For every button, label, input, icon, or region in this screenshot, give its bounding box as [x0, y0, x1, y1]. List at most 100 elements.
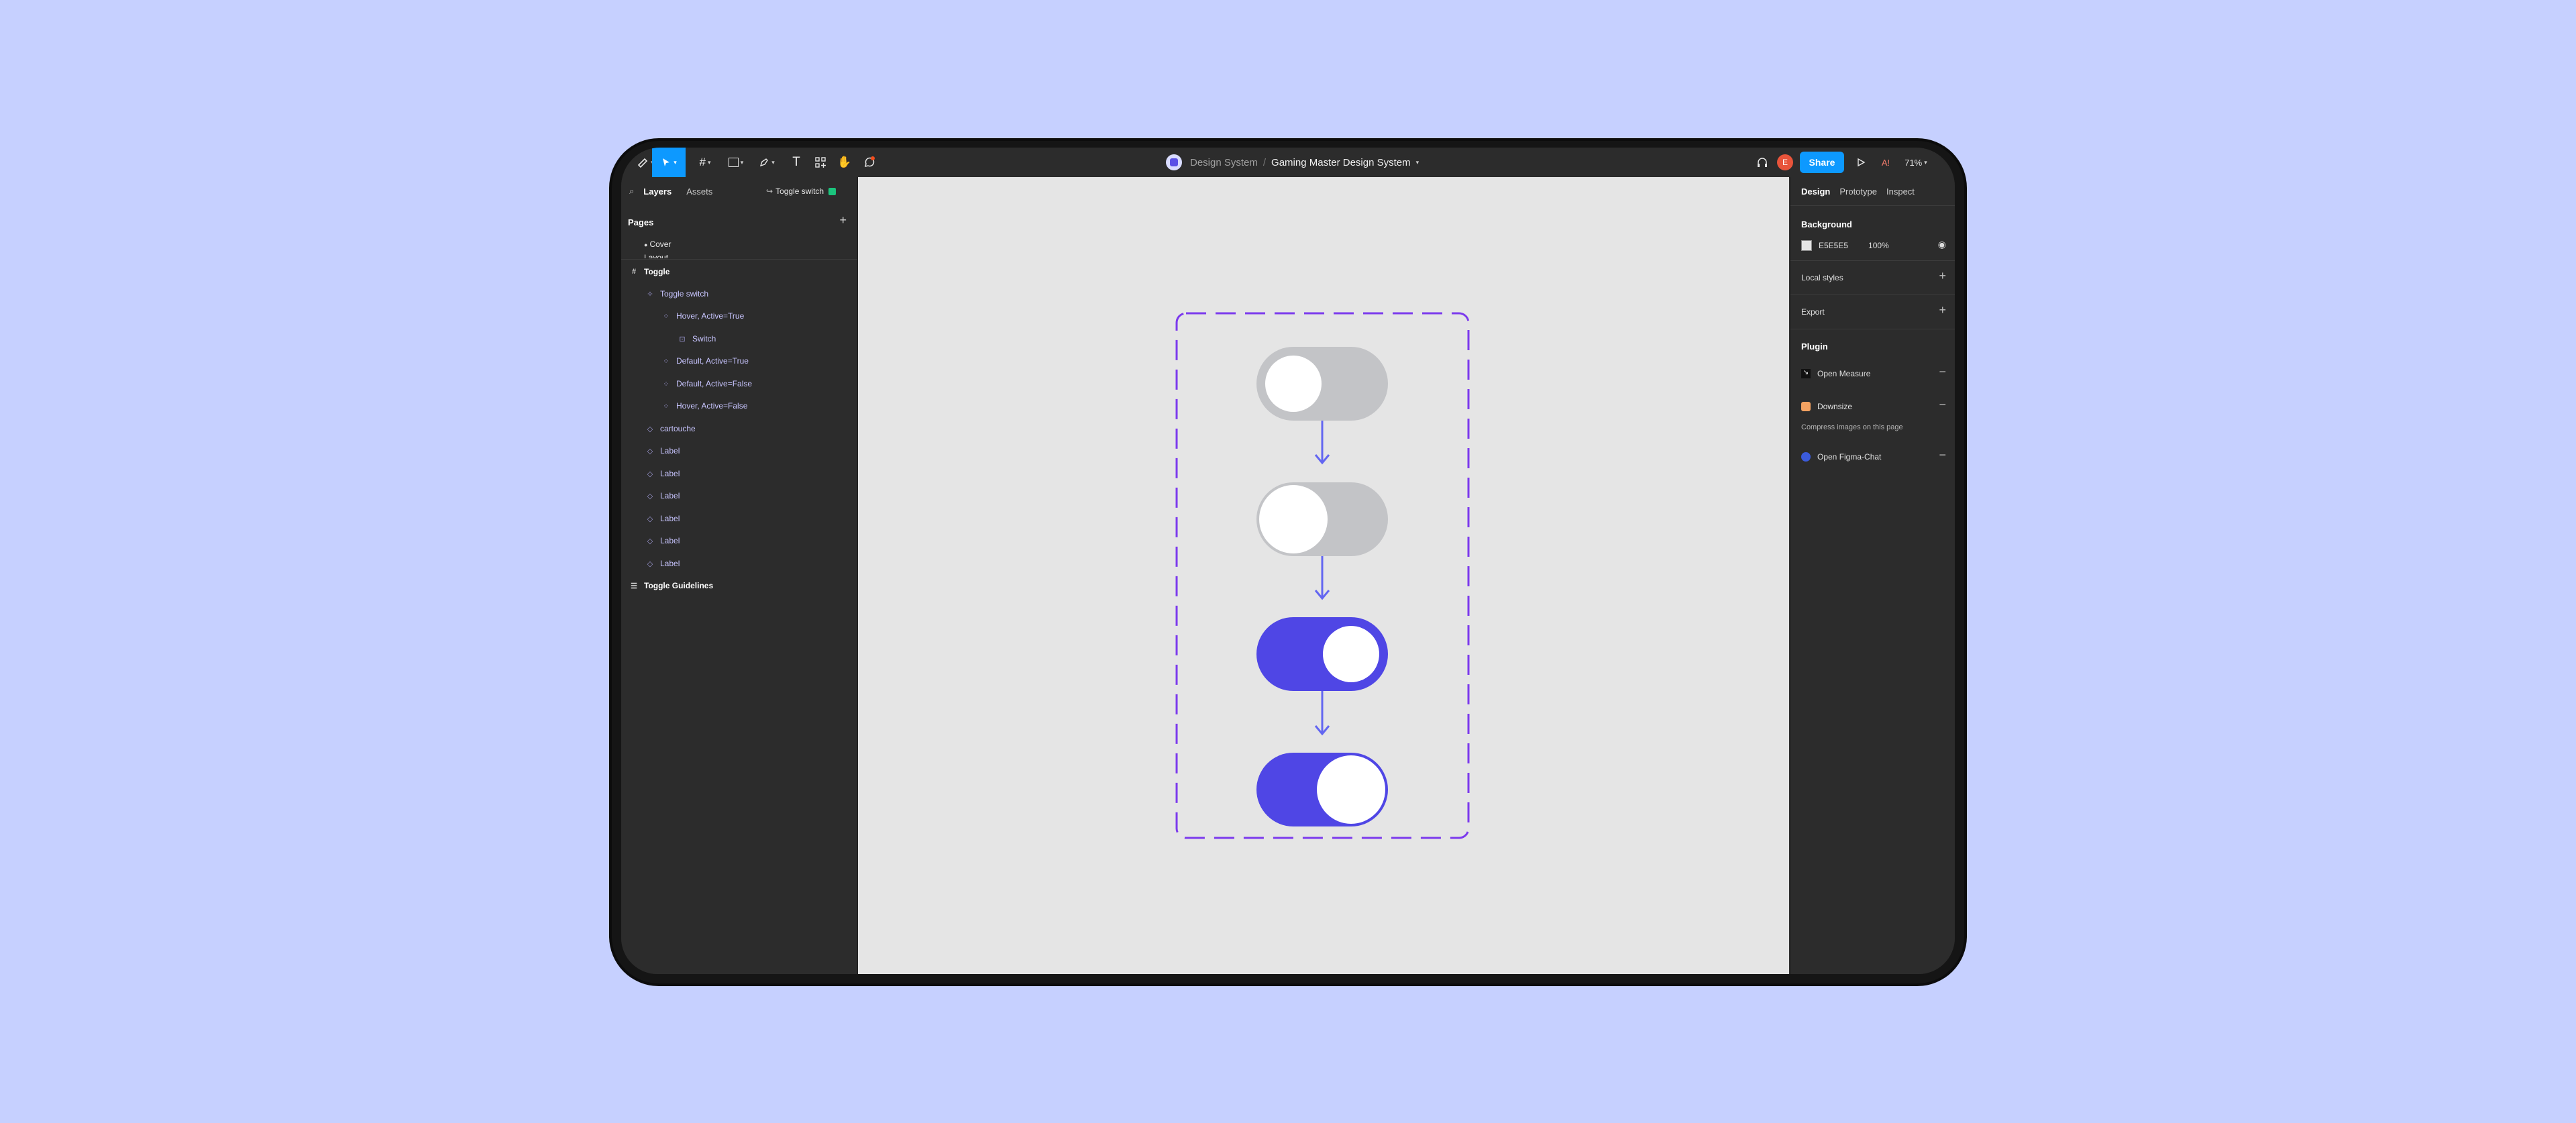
measure-icon: ↘	[1801, 369, 1811, 378]
headphones-icon	[1758, 158, 1767, 167]
tab-inspect[interactable]: Inspect	[1886, 186, 1915, 197]
share-button-wrap: Share	[1799, 148, 1845, 177]
layer-toggle-frame[interactable]: # Toggle	[628, 265, 670, 278]
layer-instance[interactable]: ◇ Label	[644, 534, 680, 547]
add-export-icon[interactable]: +	[1939, 303, 1946, 317]
downsize-icon	[1801, 402, 1811, 411]
accessibility-button[interactable]: A!	[1876, 148, 1896, 177]
frame-tool-button[interactable]: # ▾	[691, 148, 719, 177]
instance-icon: ◇	[647, 470, 653, 478]
tab-design[interactable]: Design	[1801, 186, 1830, 197]
layer-toggle-guidelines[interactable]: ☰ Toggle Guidelines	[628, 579, 713, 592]
layer-instance[interactable]: ◇ Label	[644, 557, 680, 570]
remove-plugin-icon[interactable]: −	[1939, 448, 1946, 462]
instance-icon: ◇	[647, 447, 653, 456]
tab-prototype[interactable]: Prototype	[1839, 186, 1877, 197]
layer-label: Label	[660, 469, 680, 478]
zoom-menu[interactable]: 71% ▾	[1900, 148, 1932, 177]
color-swatch[interactable]	[1801, 240, 1812, 251]
play-icon	[1858, 158, 1866, 167]
comment-tool-button[interactable]	[857, 148, 881, 177]
group-icon: ⊡	[679, 335, 686, 343]
hand-tool-button[interactable]: ✋	[833, 148, 856, 177]
toggle-default-on[interactable]	[1256, 617, 1388, 691]
local-styles-row[interactable]: Local styles	[1801, 273, 1843, 282]
hand-icon: ✋	[837, 156, 852, 168]
search-icon[interactable]: ⌕	[629, 186, 634, 197]
layer-label: Hover, Active=True	[676, 311, 745, 321]
resources-button[interactable]	[809, 148, 832, 177]
right-panel-tabs: Design Prototype Inspect	[1801, 177, 1924, 205]
plugin-open-measure[interactable]: ↘ Open Measure	[1801, 369, 1870, 378]
layer-label: Toggle Guidelines	[644, 581, 714, 590]
local-styles-label: Local styles	[1801, 273, 1843, 282]
layer-instance[interactable]: ◇ Label	[644, 512, 680, 525]
user-avatar-button[interactable]: E	[1775, 148, 1795, 177]
eye-icon[interactable]: ◉	[1938, 239, 1946, 250]
left-panel-tabs: ⌕ Layers Assets ↪ Toggle switch	[621, 177, 857, 205]
toggle-hover-on[interactable]	[1256, 753, 1388, 826]
present-button[interactable]	[1851, 148, 1870, 177]
check-badge-icon	[828, 188, 837, 196]
share-button[interactable]: Share	[1799, 152, 1845, 173]
tab-assets[interactable]: Assets	[686, 186, 712, 197]
background-opacity[interactable]: 100%	[1868, 241, 1889, 250]
figma-window: ▾ ▾ #▾ ▾ ▾ T ✋ Design System / Gam	[621, 148, 1955, 974]
layer-variant[interactable]: ⁘ Default, Active=True	[660, 354, 749, 368]
page-label: Layout	[644, 253, 669, 258]
plugin-label: Open Figma-Chat	[1817, 452, 1882, 462]
shape-tool-button[interactable]: ▾	[722, 148, 750, 177]
layer-label: Toggle switch	[660, 289, 709, 299]
layer-label: Default, Active=True	[676, 356, 749, 366]
layer-instance[interactable]: ◇ Label	[644, 444, 680, 458]
layer-switch-group[interactable]: ⊡ Switch	[676, 332, 716, 345]
toggle-hover-off[interactable]	[1256, 482, 1388, 556]
page-cover[interactable]: ● Cover	[644, 239, 671, 249]
project-name[interactable]: Design System	[1190, 157, 1258, 168]
breadcrumb: Design System / Gaming Master Design Sys…	[1166, 148, 1419, 177]
background-hex[interactable]: E5E5E5	[1819, 241, 1848, 250]
layer-label: Hover, Active=False	[676, 401, 748, 411]
zoom-level: 71%	[1904, 157, 1923, 168]
plugin-figma-chat[interactable]: Open Figma-Chat	[1801, 452, 1881, 462]
resources-icon	[815, 157, 826, 168]
layer-variant[interactable]: ⁘ Default, Active=False	[660, 377, 752, 390]
selection-name: Toggle switch	[775, 186, 824, 196]
pin-icon: ●	[644, 242, 648, 248]
remove-plugin-icon[interactable]: −	[1939, 365, 1946, 379]
add-page-icon[interactable]: +	[839, 213, 847, 227]
page-layout[interactable]: Layout	[644, 253, 668, 258]
selection-indicator[interactable]: ↪ Toggle switch	[766, 186, 837, 196]
tab-layers[interactable]: Layers	[643, 186, 672, 197]
move-tool-button[interactable]: ▾	[652, 148, 686, 177]
export-row[interactable]: Export	[1801, 307, 1825, 317]
instance-icon: ◇	[647, 492, 653, 500]
layer-instance[interactable]: ◇ Label	[644, 489, 680, 502]
file-name[interactable]: Gaming Master Design System	[1271, 157, 1411, 168]
layer-instance[interactable]: ◇ cartouche	[644, 422, 696, 435]
layer-instance[interactable]: ◇ Label	[644, 467, 680, 480]
plugin-downsize[interactable]: Downsize	[1801, 402, 1852, 411]
instance-icon: ◇	[647, 559, 653, 568]
add-style-icon[interactable]: +	[1939, 269, 1946, 283]
layer-variant[interactable]: ⁘ Hover, Active=True	[660, 309, 744, 323]
frame-icon: #	[631, 268, 637, 276]
layer-toggle-switch[interactable]: ✧ Toggle switch	[644, 287, 708, 301]
layer-variant[interactable]: ⁘ Hover, Active=False	[660, 399, 747, 413]
toggle-default-off[interactable]	[1256, 347, 1388, 421]
cursor-icon	[663, 158, 670, 166]
audio-button[interactable]	[1752, 148, 1772, 177]
text-tool-button[interactable]: T	[785, 148, 808, 177]
background-fill-row[interactable]: E5E5E5 100%	[1801, 240, 1889, 251]
layer-label: Default, Active=False	[676, 379, 753, 388]
pen-tool-button[interactable]: ▾	[753, 148, 781, 177]
properties-panel: Design Prototype Inspect Background E5E5…	[1790, 177, 1955, 974]
team-logo-icon	[1166, 154, 1182, 170]
panel-divider	[621, 259, 857, 260]
instance-icon: ◇	[647, 425, 653, 433]
rectangle-icon	[728, 158, 739, 167]
chevron-down-icon[interactable]: ▾	[1416, 159, 1419, 166]
remove-plugin-icon[interactable]: −	[1939, 398, 1946, 412]
design-canvas[interactable]	[858, 177, 1789, 974]
panel-divider	[1790, 260, 1955, 261]
